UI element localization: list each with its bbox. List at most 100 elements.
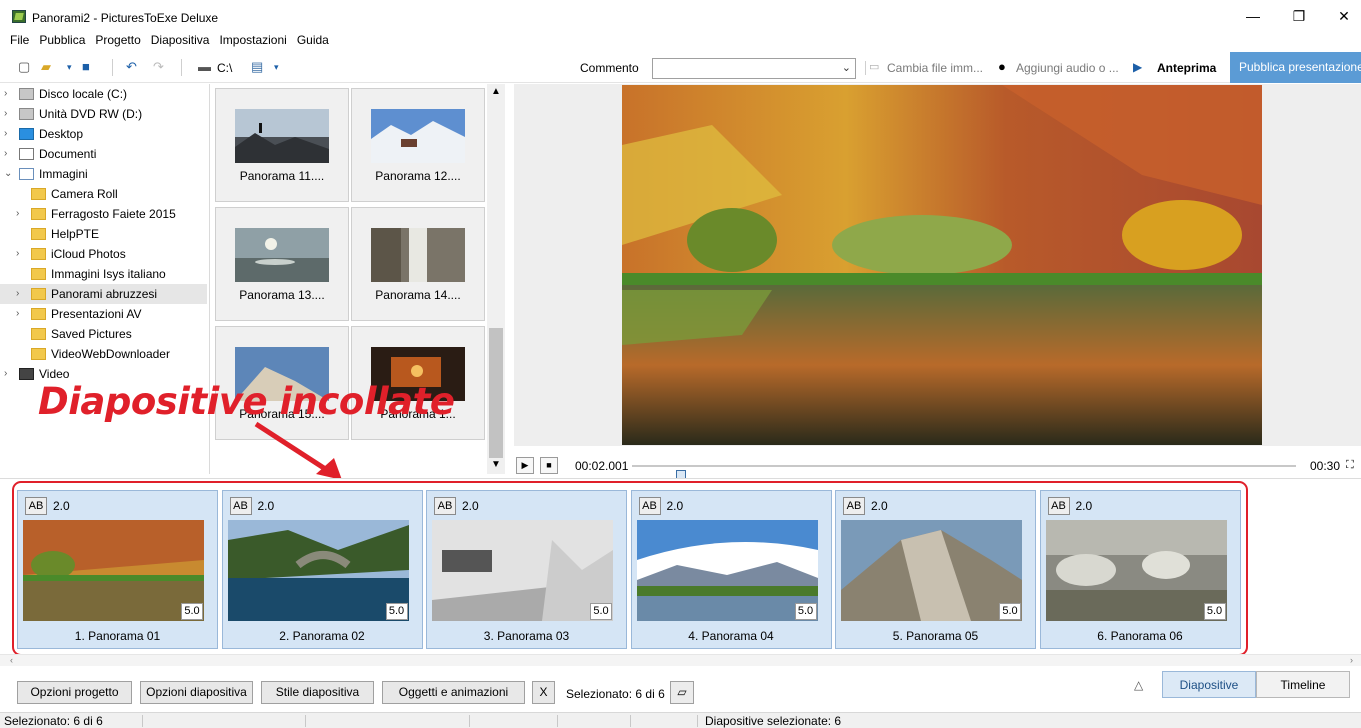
thumbnail-item[interactable]: Panorama 12.... [351, 88, 485, 202]
menu-impostazioni[interactable]: Impostazioni [219, 33, 286, 49]
chevron-down-icon[interactable]: ⌄ [842, 61, 851, 74]
strip-scrollbar[interactable]: ‹ › [0, 654, 1361, 666]
scroll-up-icon[interactable]: ▲ [487, 86, 505, 97]
thumbnail-image [235, 109, 329, 163]
drive-icon [19, 88, 34, 100]
annotation-arrow-icon [254, 421, 342, 480]
preview-button[interactable]: Anteprima [1157, 61, 1216, 75]
annotation-text: Diapositive incollate [38, 380, 455, 423]
chevron-right-icon[interactable]: › [4, 144, 14, 164]
change-file-button[interactable]: Cambia file imm... [887, 61, 983, 75]
tree-item[interactable]: › iCloud Photos [0, 244, 207, 264]
slide-options-button[interactable]: Opzioni diapositiva [140, 681, 253, 704]
folder-icon [31, 248, 46, 260]
tree-item-label: Unità DVD RW (D:) [39, 107, 143, 121]
thumbnail-item[interactable]: Panorama 14.... [351, 207, 485, 321]
x-button[interactable]: X [532, 681, 555, 704]
tab-slides[interactable]: Diapositive [1162, 671, 1256, 698]
comment-label: Commento [580, 61, 639, 75]
add-audio-button[interactable]: Aggiungi audio o ... [1016, 61, 1119, 75]
slide-edit-icon[interactable]: ▱ [670, 681, 694, 704]
collapse-icon[interactable]: △ [1134, 678, 1143, 692]
menu-guida[interactable]: Guida [297, 33, 329, 49]
close-button[interactable]: ✕ [1334, 8, 1354, 24]
menu-diapositiva[interactable]: Diapositiva [151, 33, 210, 49]
tree-item[interactable]: › Presentazioni AV [0, 304, 207, 324]
documents-icon [19, 148, 34, 160]
save-icon[interactable]: ■ [82, 59, 90, 75]
scroll-down-icon[interactable]: ▼ [487, 459, 505, 470]
menu-file[interactable]: File [10, 33, 29, 49]
play-button[interactable]: ▶ [516, 457, 534, 474]
tree-item-label: Documenti [39, 147, 97, 161]
chevron-down-icon[interactable]: ⌄ [4, 164, 14, 184]
tree-item[interactable]: Immagini Isys italiano [0, 264, 207, 284]
tree-item[interactable]: HelpPTE [0, 224, 207, 244]
thumbnail-caption: Panorama 14.... [375, 288, 461, 302]
tree-item[interactable]: ⌄ Immagini [0, 164, 207, 184]
scrollbar-thumb[interactable] [489, 328, 503, 458]
current-time: 00:02.001 [575, 459, 629, 473]
project-options-button[interactable]: Opzioni progetto [17, 681, 132, 704]
publish-button[interactable]: Pubblica presentazione [1230, 52, 1361, 83]
thumbnail-scrollbar[interactable]: ▲ ▼ [487, 84, 505, 474]
chevron-right-icon[interactable]: › [4, 364, 14, 384]
tree-item[interactable]: › Ferragosto Faiete 2015 [0, 204, 207, 224]
folder-icon [31, 348, 46, 360]
redo-icon[interactable]: ↷ [153, 59, 164, 75]
fullscreen-icon[interactable]: ⛶ [1346, 459, 1354, 472]
tree-item[interactable]: › Panorami abruzzesi [0, 284, 207, 304]
view-dropdown-icon[interactable]: ▾ [274, 59, 279, 75]
chevron-right-icon[interactable]: › [16, 304, 26, 324]
pictures-icon [19, 168, 34, 180]
new-file-icon[interactable]: ▢ [18, 59, 30, 75]
chevron-right-icon[interactable]: › [4, 124, 14, 144]
slide-style-button[interactable]: Stile diapositiva [261, 681, 374, 704]
maximize-button[interactable]: ❐ [1289, 8, 1309, 24]
tree-item-label: Camera Roll [51, 187, 118, 201]
undo-icon[interactable]: ↶ [126, 59, 137, 75]
scroll-left-icon[interactable]: ‹ [10, 655, 13, 665]
tree-item-label: Desktop [39, 127, 84, 141]
thumbnail-image [371, 228, 465, 282]
chevron-right-icon[interactable]: › [16, 284, 26, 304]
tree-item[interactable]: Saved Pictures [0, 324, 207, 344]
chevron-right-icon[interactable]: › [16, 204, 26, 224]
selection-info: Selezionato: 6 di 6 [566, 687, 665, 701]
chevron-right-icon[interactable]: › [16, 244, 26, 264]
tree-item-label: VideoWebDownloader [51, 347, 170, 361]
preview-icon: ▶ [1133, 60, 1143, 74]
stop-button[interactable]: ■ [540, 457, 558, 474]
view-mode-icon[interactable]: ▤ [251, 59, 263, 75]
menu-pubblica[interactable]: Pubblica [39, 33, 85, 49]
folder-icon [31, 328, 46, 340]
thumbnail-item[interactable]: Panorama 13.... [215, 207, 349, 321]
minimize-button[interactable]: — [1243, 8, 1263, 24]
tree-item[interactable]: Camera Roll [0, 184, 207, 204]
drive-icon[interactable]: ▬ [198, 59, 211, 75]
thumbnail-image [235, 228, 329, 282]
menu-progetto[interactable]: Progetto [95, 33, 140, 49]
app-logo-icon [12, 10, 26, 23]
tree-item-label: Disco locale (C:) [39, 87, 128, 101]
tree-item[interactable]: › Unità DVD RW (D:) [0, 104, 207, 124]
seek-track[interactable] [632, 465, 1296, 486]
open-folder-icon[interactable]: ▰ [41, 59, 51, 75]
path-label[interactable]: C:\ [217, 61, 232, 75]
objects-animations-button[interactable]: Oggetti e animazioni [382, 681, 525, 704]
thumbnail-item[interactable]: Panorama 11.... [215, 88, 349, 202]
tree-item[interactable]: › Documenti [0, 144, 207, 164]
thumbnail-caption: Panorama 11.... [239, 169, 325, 183]
dropdown-icon[interactable]: ▾ [67, 59, 72, 75]
tree-item[interactable]: VideoWebDownloader [0, 344, 207, 364]
folder-icon [31, 208, 46, 220]
window-title: Panorami2 - PicturesToExe Deluxe [32, 11, 219, 25]
chevron-right-icon[interactable]: › [4, 104, 14, 124]
tree-item[interactable]: › Desktop [0, 124, 207, 144]
scroll-right-icon[interactable]: › [1350, 655, 1353, 665]
tab-timeline[interactable]: Timeline [1256, 671, 1350, 698]
tree-item[interactable]: › Disco locale (C:) [0, 84, 207, 104]
folder-icon [31, 228, 46, 240]
chevron-right-icon[interactable]: › [4, 84, 14, 104]
comment-field[interactable]: ⌄ [652, 58, 856, 79]
